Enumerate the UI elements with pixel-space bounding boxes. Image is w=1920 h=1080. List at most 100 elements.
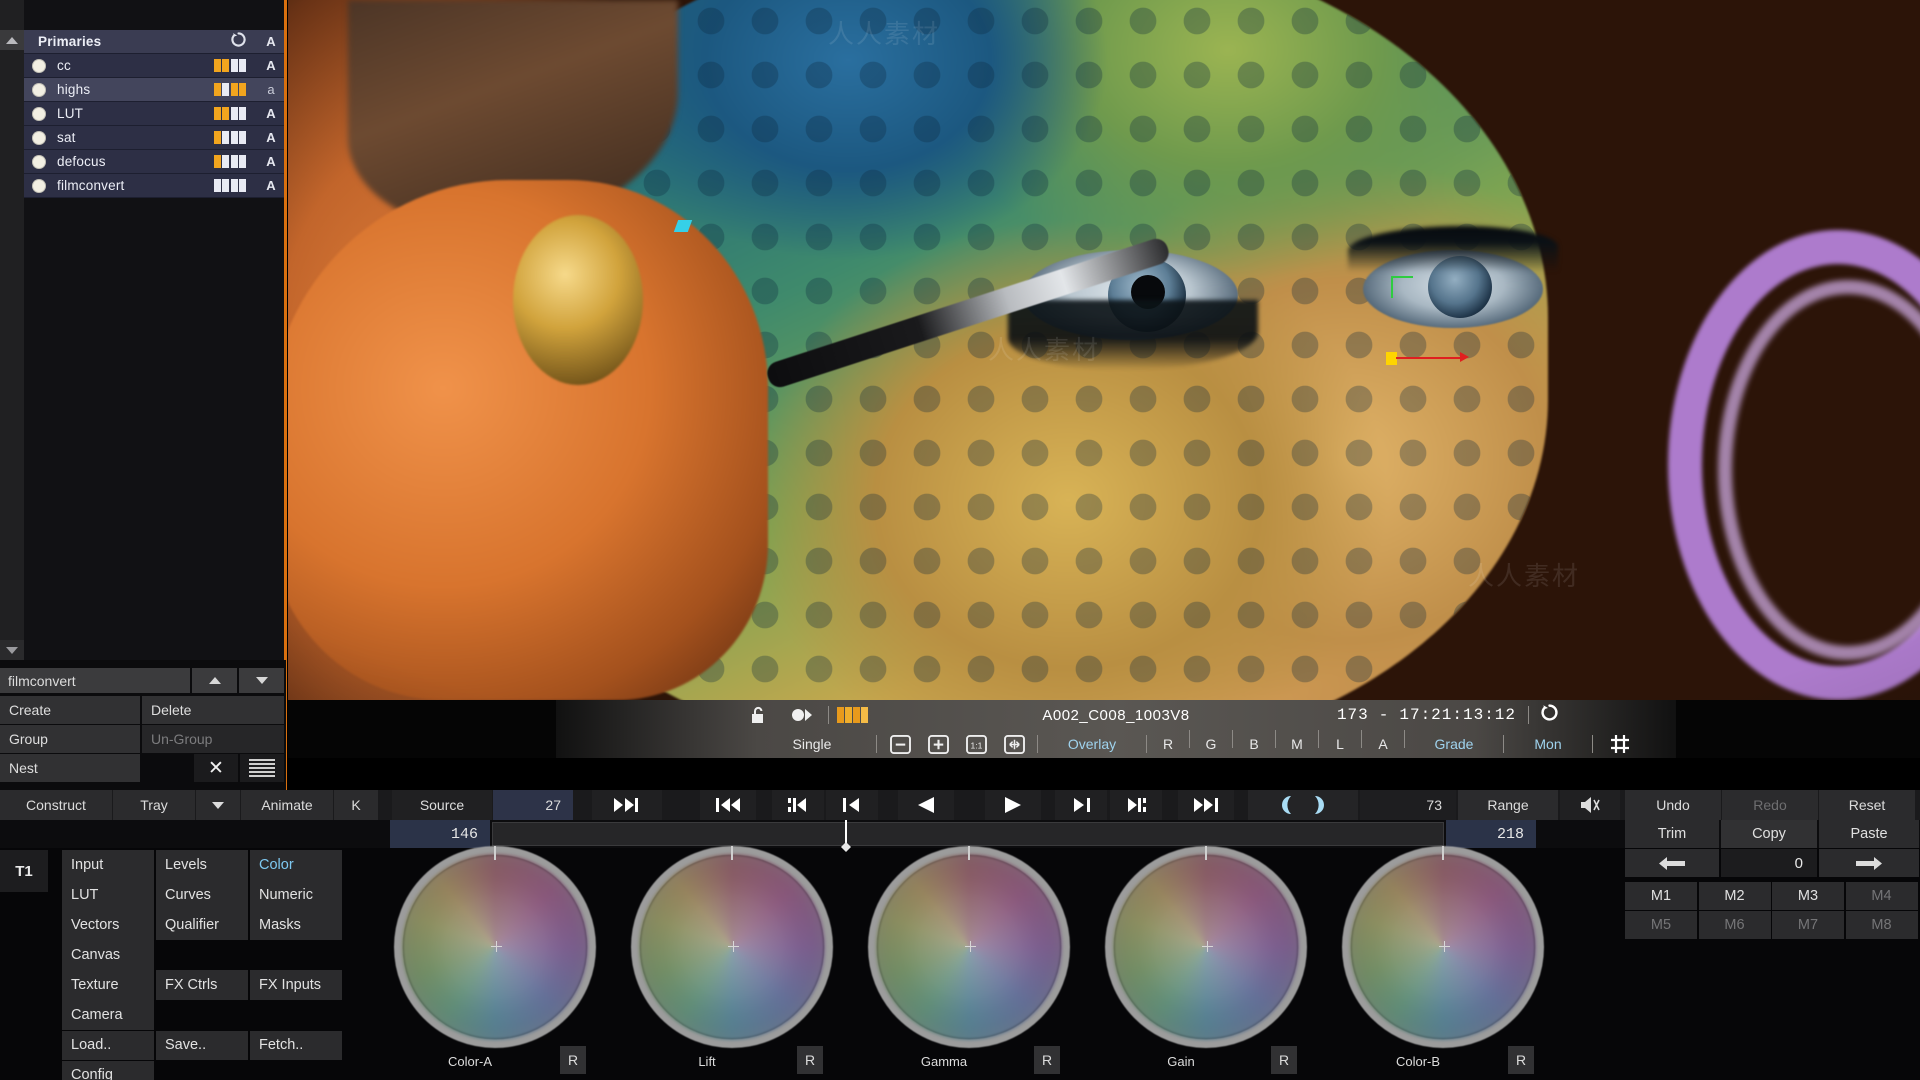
memory-button-m5[interactable]: M5 <box>1625 911 1697 939</box>
grade-button[interactable]: Grade <box>1409 730 1499 758</box>
hamburger-menu-icon[interactable] <box>240 754 284 782</box>
layer-row[interactable]: highs a <box>24 78 286 102</box>
layer-enable-toggle[interactable] <box>32 106 46 121</box>
layer-row[interactable]: filmconvert A <box>24 174 286 198</box>
refresh-icon[interactable] <box>1541 704 1558 726</box>
tool-button-save[interactable]: Save.. <box>156 1030 248 1061</box>
layer-a-toggle[interactable]: A <box>256 178 286 193</box>
color-wheel-center-crosshair[interactable] <box>491 941 502 952</box>
zoom-out-icon[interactable] <box>881 730 919 758</box>
refresh-icon[interactable] <box>231 31 246 52</box>
color-wheel-reset-button[interactable]: R <box>797 1046 823 1074</box>
color-wheel-reset-button[interactable]: R <box>560 1046 586 1074</box>
play-forward-icon[interactable] <box>985 790 1041 820</box>
tool-button-numeric[interactable]: Numeric <box>250 880 342 910</box>
channel-button-b[interactable]: B <box>1237 730 1271 758</box>
nudge-value-field[interactable]: 0 <box>1721 849 1817 877</box>
layer-a-toggle[interactable]: A <box>256 154 286 169</box>
memory-button-m8[interactable]: M8 <box>1845 911 1918 939</box>
source-label[interactable]: Source <box>392 790 492 820</box>
tray-button[interactable]: Tray <box>113 790 195 820</box>
nest-name-field[interactable]: filmconvert <box>0 668 190 693</box>
layer-header-a[interactable]: A <box>256 34 286 49</box>
tool-button-load[interactable]: Load.. <box>62 1030 154 1061</box>
nest-move-up-button[interactable] <box>192 668 237 693</box>
layer-a-toggle[interactable]: A <box>256 106 286 121</box>
layer-a-toggle[interactable]: a <box>256 82 286 97</box>
layer-a-toggle[interactable]: A <box>256 130 286 145</box>
next-mark-icon[interactable] <box>1055 790 1107 820</box>
layer-level-bars[interactable] <box>213 59 246 72</box>
tool-button-curves[interactable]: Curves <box>156 880 248 910</box>
tool-button-color[interactable]: Color <box>250 850 342 880</box>
collapse-down-button[interactable] <box>0 640 24 660</box>
monitor-button[interactable]: Mon <box>1508 730 1588 758</box>
layer-level-bars[interactable] <box>213 83 246 96</box>
track-tab-t1[interactable]: T1 <box>0 850 48 892</box>
layer-level-bars[interactable] <box>213 179 246 192</box>
layer-row[interactable]: cc A <box>24 54 286 78</box>
prev-mark-icon[interactable] <box>826 790 878 820</box>
memory-button-m3[interactable]: M3 <box>1772 882 1844 910</box>
layer-level-bars[interactable] <box>213 155 246 168</box>
speaker-mute-icon[interactable] <box>1560 790 1620 820</box>
channel-button-l[interactable]: L <box>1323 730 1357 758</box>
prev-edit-icon[interactable] <box>772 790 824 820</box>
range-button[interactable]: Range <box>1458 790 1558 820</box>
tool-button-texture[interactable]: Texture <box>62 970 154 1000</box>
key-button[interactable]: K <box>334 790 378 820</box>
ungroup-button[interactable]: Un-Group <box>142 725 284 753</box>
tool-button-vectors[interactable]: Vectors <box>62 910 154 940</box>
paste-button[interactable]: Paste <box>1819 820 1919 848</box>
color-wheel-center-crosshair[interactable] <box>965 941 976 952</box>
layer-enable-toggle[interactable] <box>32 58 46 73</box>
fast-forward-icon[interactable] <box>592 790 662 820</box>
tool-button-qualifier[interactable]: Qualifier <box>156 910 248 940</box>
layer-row[interactable]: defocus A <box>24 150 286 174</box>
color-wheel-reset-button[interactable]: R <box>1508 1046 1534 1074</box>
color-wheel-reset-button[interactable]: R <box>1271 1046 1297 1074</box>
layer-enable-toggle[interactable] <box>32 178 46 193</box>
mark-in-out-buttons[interactable] <box>1248 790 1358 820</box>
tool-button-fetch[interactable]: Fetch.. <box>250 1030 342 1061</box>
layer-group-header[interactable]: Primaries A <box>24 30 286 54</box>
tool-button-fx-ctrls[interactable]: FX Ctrls <box>156 970 248 1000</box>
delete-button[interactable]: Delete <box>142 696 284 724</box>
tray-dropdown-button[interactable] <box>196 790 240 820</box>
nest-move-down-button[interactable] <box>239 668 284 693</box>
memory-button-m2[interactable]: M2 <box>1698 882 1771 910</box>
timeline-end-frame[interactable]: 218 <box>1446 820 1536 848</box>
nudge-right-button[interactable] <box>1819 849 1919 877</box>
view-mode-button[interactable]: Single <box>752 730 872 758</box>
copy-button[interactable]: Copy <box>1721 820 1817 848</box>
layer-row[interactable]: sat A <box>24 126 286 150</box>
color-wheel-center-crosshair[interactable] <box>1202 941 1213 952</box>
trim-button[interactable]: Trim <box>1625 820 1719 848</box>
create-button[interactable]: Create <box>0 696 140 724</box>
memory-button-m4[interactable]: M4 <box>1845 882 1918 910</box>
tool-button-fx-inputs[interactable]: FX Inputs <box>250 970 342 1000</box>
layer-row[interactable]: LUT A <box>24 102 286 126</box>
color-wheel-center-crosshair[interactable] <box>728 941 739 952</box>
range-value[interactable]: 73 <box>1360 790 1456 820</box>
close-icon[interactable]: ✕ <box>194 754 238 782</box>
tool-button-levels[interactable]: Levels <box>156 850 248 880</box>
tool-button-camera[interactable]: Camera <box>62 1000 154 1031</box>
tool-button-canvas[interactable]: Canvas <box>62 940 154 970</box>
image-viewer[interactable]: 人人素材 人人素材 人人素材 <box>288 0 1920 700</box>
layer-enable-toggle[interactable] <box>32 82 46 97</box>
layer-enable-toggle[interactable] <box>32 130 46 145</box>
fit-screen-icon[interactable] <box>995 730 1033 758</box>
layer-level-bars[interactable] <box>213 107 246 120</box>
nudge-left-button[interactable] <box>1625 849 1719 877</box>
play-reverse-icon[interactable] <box>898 790 954 820</box>
timeline-start-frame[interactable]: 146 <box>390 820 490 848</box>
next-edit-icon[interactable] <box>1110 790 1162 820</box>
channel-button-m[interactable]: M <box>1280 730 1314 758</box>
source-frame-value[interactable]: 27 <box>493 790 573 820</box>
color-wheel-center-crosshair[interactable] <box>1439 941 1450 952</box>
memory-button-m1[interactable]: M1 <box>1625 882 1697 910</box>
layer-enable-toggle[interactable] <box>32 154 46 169</box>
grid-icon[interactable] <box>1597 730 1643 758</box>
jump-to-end-icon[interactable] <box>1178 790 1234 820</box>
